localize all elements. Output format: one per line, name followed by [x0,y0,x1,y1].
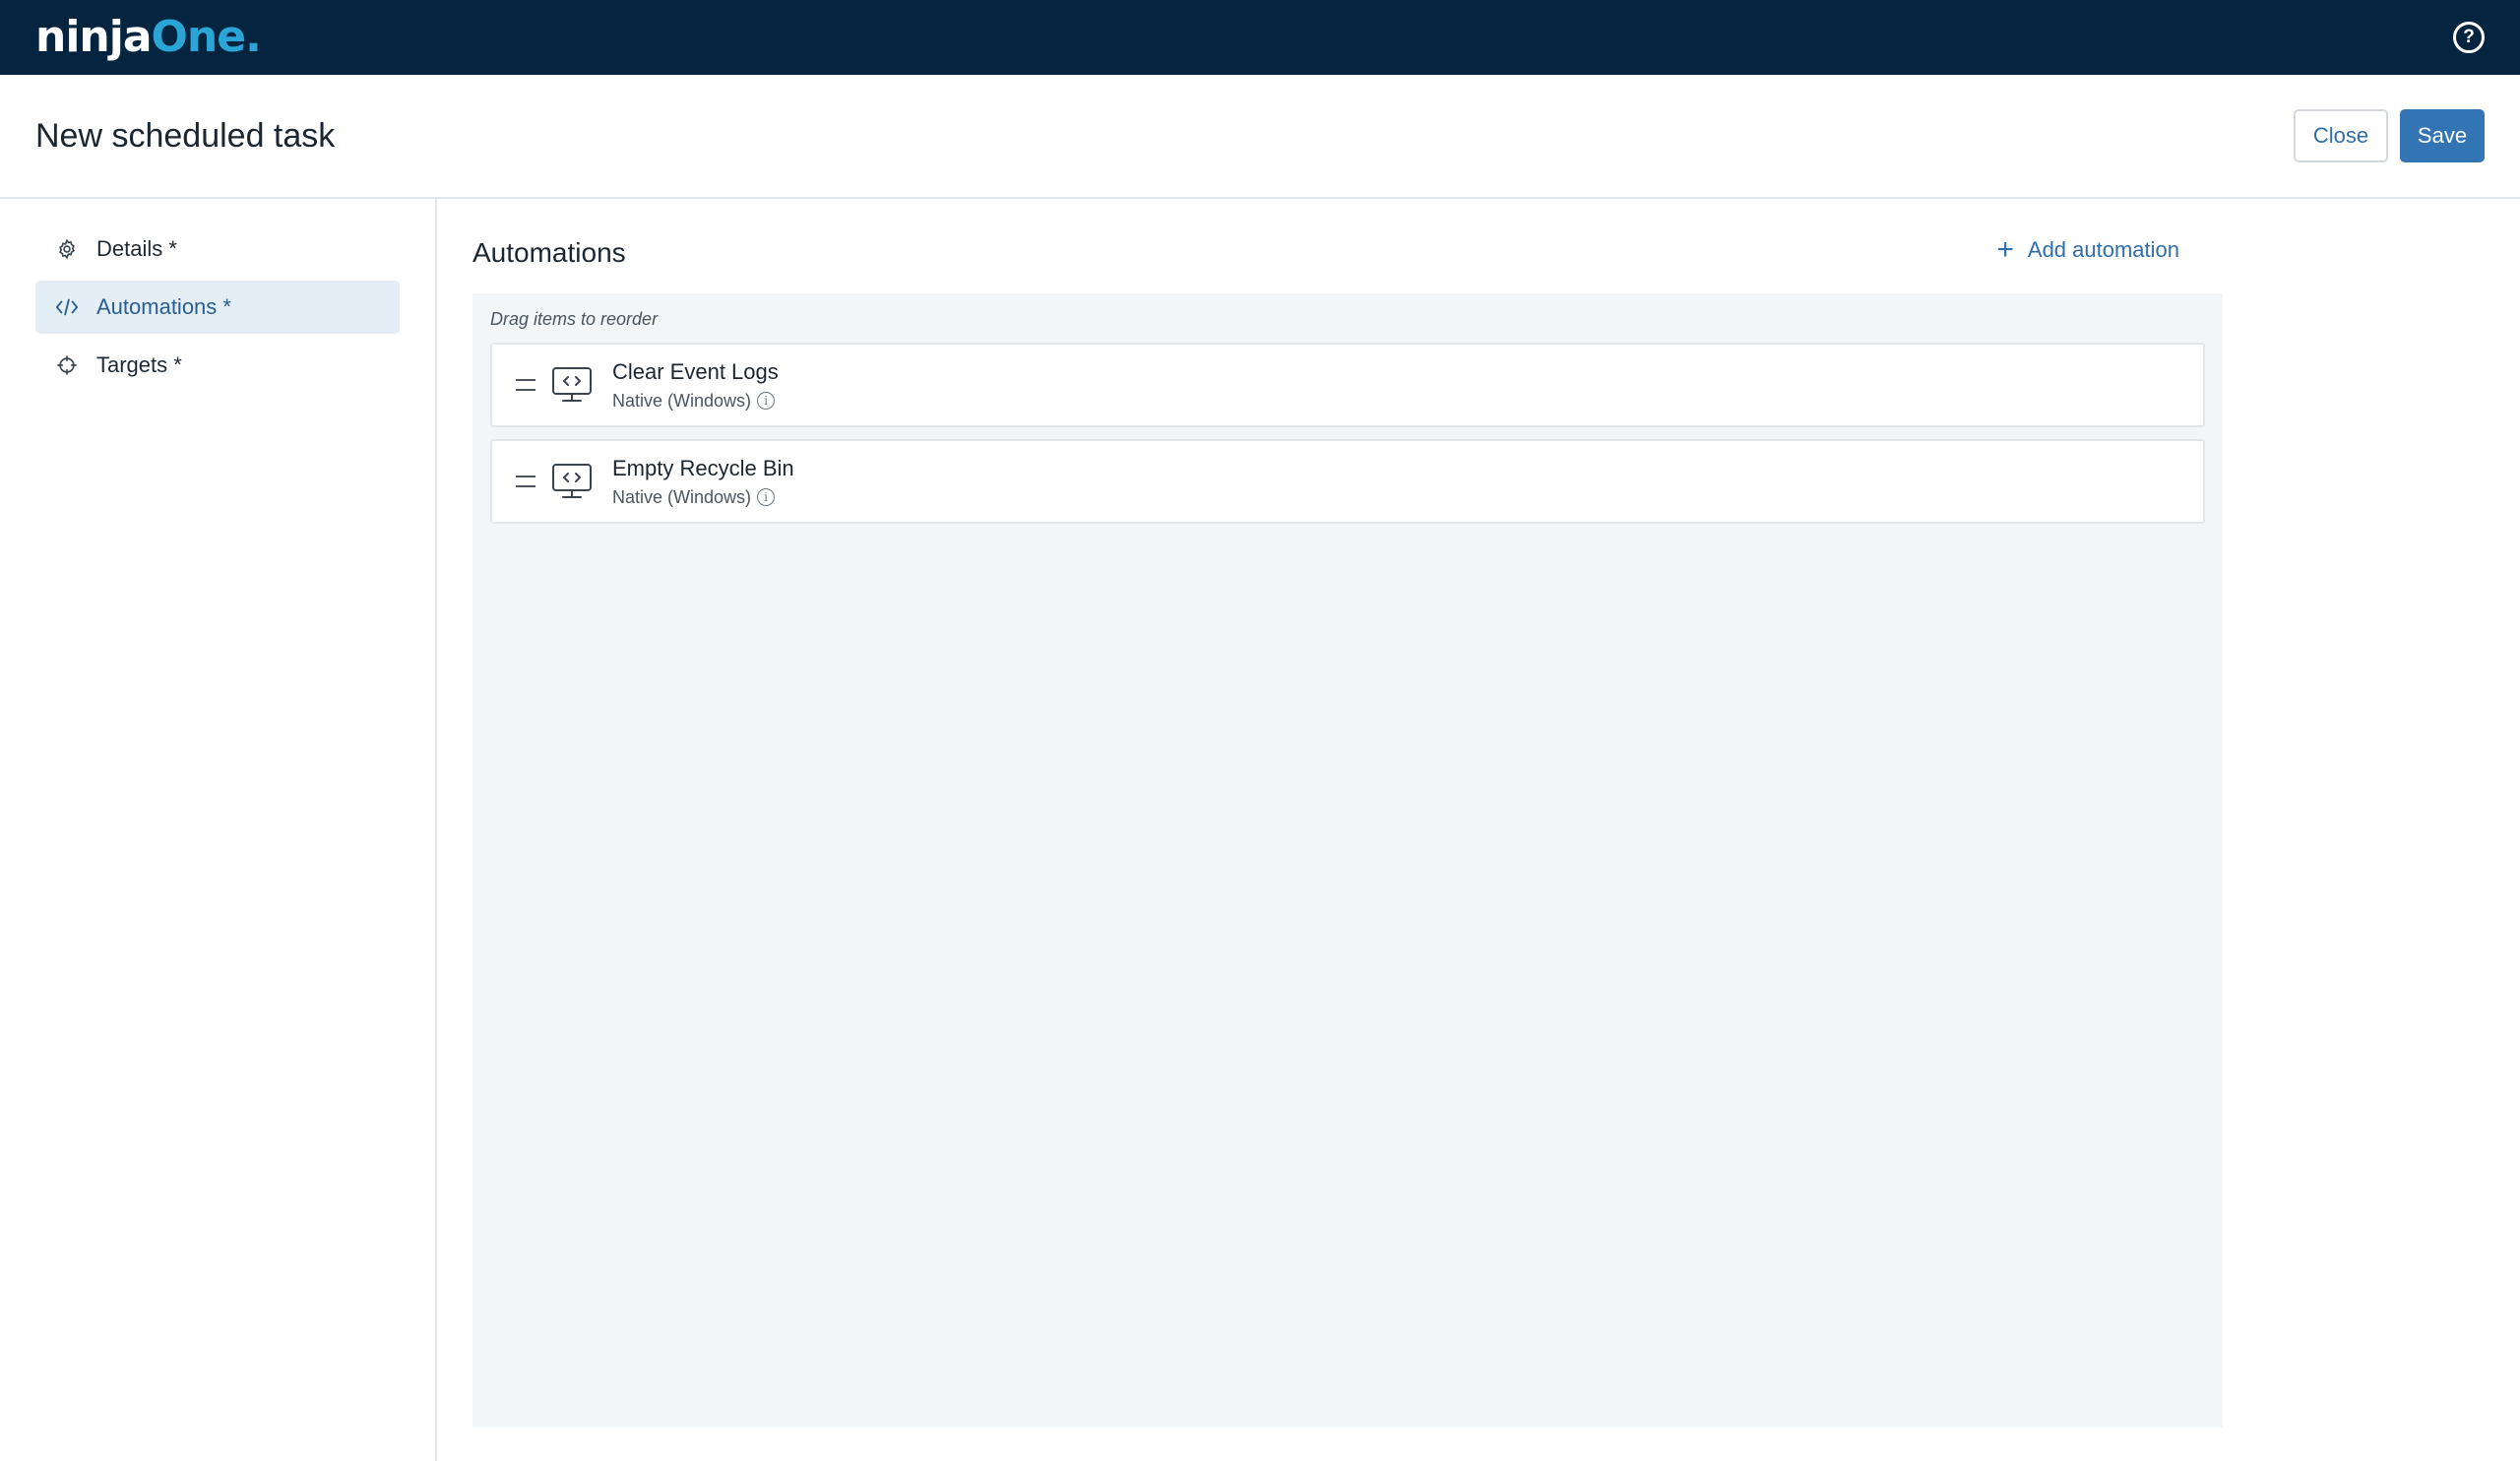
automation-type-label: Native (Windows) [612,390,752,411]
automation-name: Empty Recycle Bin [612,455,794,480]
automation-item[interactable]: Clear Event Logs Native (Windows) i [490,343,2205,427]
sidebar-item-automations[interactable]: Automations * [35,281,400,334]
page-title: New scheduled task [35,116,336,155]
logo-ninja-text: ninja [35,12,153,62]
ninjaone-logo[interactable]: ninja One. [35,12,262,62]
automation-name: Clear Event Logs [612,358,779,384]
save-button[interactable]: Save [2400,109,2485,162]
section-title: Automations [472,237,626,268]
logo-dot: . [245,12,262,62]
automation-type-label: Native (Windows) [612,486,752,507]
drag-handle-icon[interactable] [516,476,536,487]
header-actions: Close Save [2294,109,2485,162]
plus-icon: + [1996,233,2014,266]
info-icon[interactable]: i [757,392,776,410]
close-button[interactable]: Close [2294,109,2388,162]
gear-icon [55,237,79,261]
sidebar-item-label: Targets * [96,352,182,377]
info-icon[interactable]: i [757,488,776,506]
monitor-code-icon [552,367,592,402]
main-content: Automations + Add automation Drag items … [437,199,2223,1461]
drag-handle-icon[interactable] [516,379,536,391]
monitor-code-icon [552,464,592,498]
automation-text: Empty Recycle Bin Native (Windows) i [612,456,794,508]
drag-hint: Drag items to reorder [490,309,659,329]
add-automation-label: Add automation [2027,237,2179,262]
help-icon[interactable]: ? [2453,22,2485,53]
automation-text: Clear Event Logs Native (Windows) i [612,359,779,412]
sidebar-item-label: Automations * [96,294,231,319]
page-header: New scheduled task Close Save [0,75,2520,199]
logo-one-text: One [151,12,247,62]
automation-type: Native (Windows) i [612,391,779,412]
sidebar-item-label: Details * [96,236,177,261]
sidebar-item-details[interactable]: Details * [35,222,400,276]
automations-list: Drag items to reorder Clear Event Logs N… [472,293,2223,1428]
section-header: Automations + Add automation [472,199,2187,293]
code-icon [55,295,79,319]
sidebar-item-targets[interactable]: Targets * [35,339,400,392]
help-glyph: ? [2463,27,2475,47]
top-bar: ninja One. ? [0,0,2520,75]
crosshair-icon [55,353,79,377]
add-automation-button[interactable]: + Add automation [1996,235,2179,265]
sidebar-nav: Details * Automations * Targets * [0,199,437,1461]
automation-item[interactable]: Empty Recycle Bin Native (Windows) i [490,439,2205,524]
automation-type: Native (Windows) i [612,487,794,508]
